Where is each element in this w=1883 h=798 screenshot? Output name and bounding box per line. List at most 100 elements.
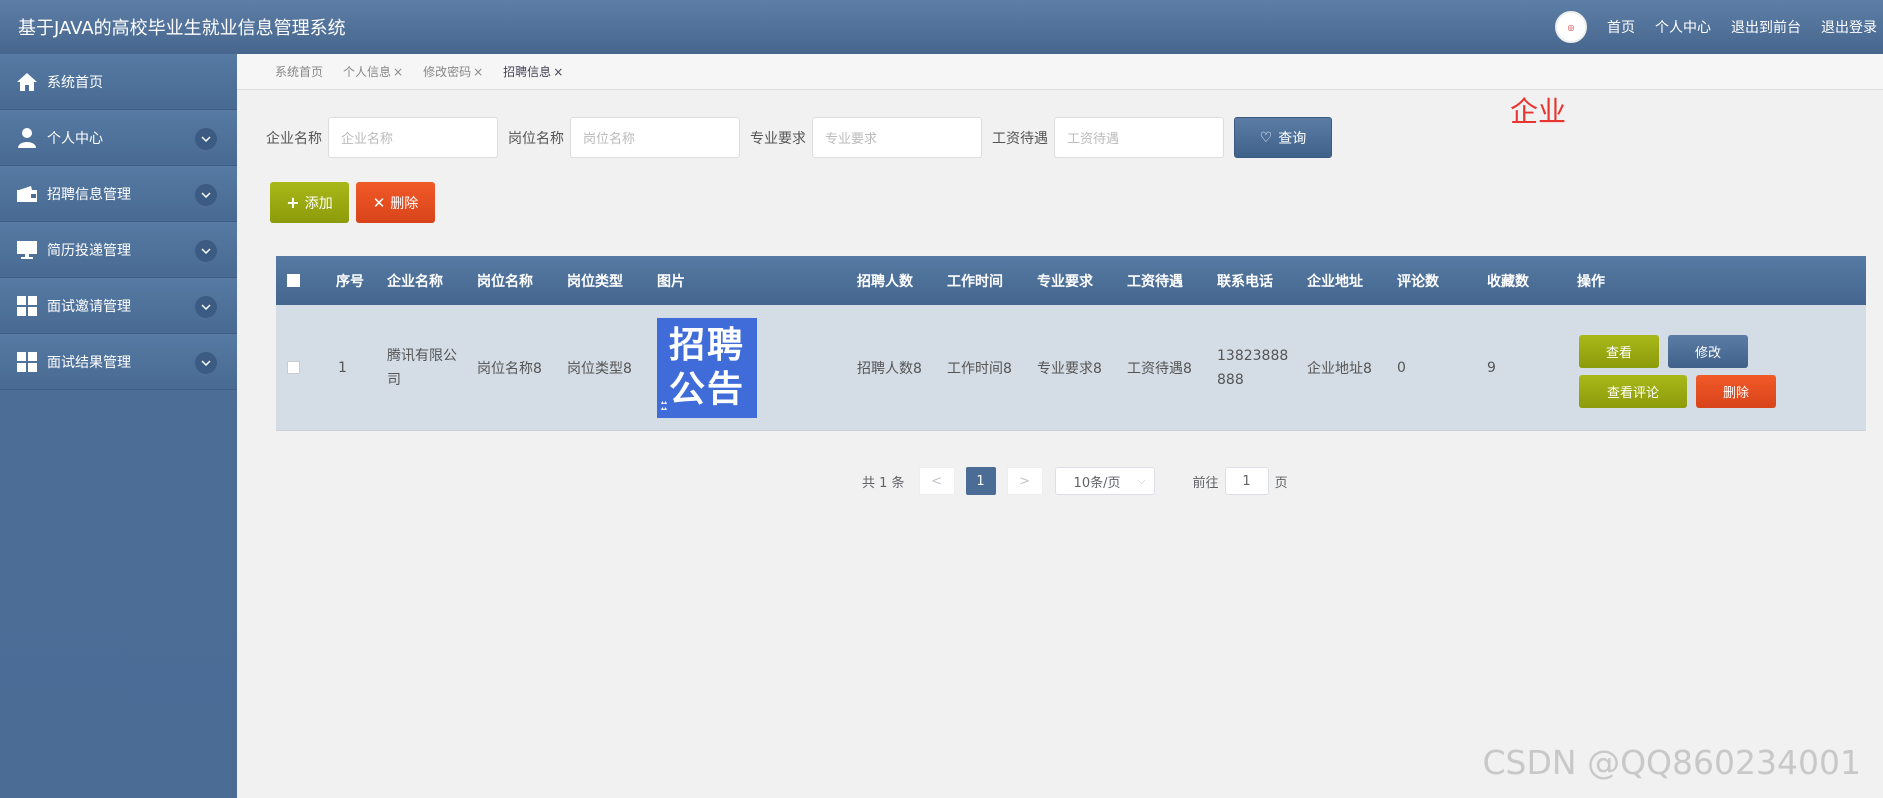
monitor-icon	[16, 239, 38, 261]
sidebar-item-label: 简历投递管理	[47, 242, 131, 259]
prev-page-button[interactable]: <	[918, 467, 955, 495]
sidebar-item-profile[interactable]: 个人中心	[0, 110, 237, 166]
select-all-checkbox[interactable]	[287, 256, 300, 305]
role-annotation: 企业	[1510, 95, 1567, 128]
sidebar-item-label: 系统首页	[47, 74, 103, 91]
col-headcount: 招聘人数	[857, 273, 913, 290]
query-button[interactable]: ♡ 查询	[1234, 117, 1332, 158]
page-number-button[interactable]: 1	[965, 467, 996, 495]
header-right: ◎ 首页 个人中心 退出到前台 退出登录	[1555, 0, 1877, 54]
grid-icon	[16, 351, 38, 373]
delete-button[interactable]: 删除	[1696, 375, 1776, 408]
nav-frontend-link[interactable]: 退出到前台	[1731, 17, 1801, 37]
sidebar-item-home[interactable]: 系统首页	[0, 54, 237, 110]
sidebar-item-interview-result[interactable]: 面试结果管理	[0, 334, 237, 390]
row-major: 专业要求8	[1037, 360, 1102, 377]
view-button[interactable]: 查看	[1579, 335, 1659, 368]
salary-input[interactable]: 工资待遇	[1054, 117, 1224, 158]
total-count: 共 1 条	[862, 475, 905, 491]
chevron-down-icon[interactable]	[195, 296, 217, 318]
row-job-name: 岗位名称8	[477, 360, 542, 377]
nav-home-link[interactable]: 首页	[1607, 17, 1635, 37]
table-header: 序号 企业名称 岗位名称 岗位类型 图片 招聘人数 工作时间 专业要求 工资待遇…	[276, 256, 1866, 305]
row-company: 腾讯有限公 司	[387, 347, 457, 388]
nav-profile-link[interactable]: 个人中心	[1655, 17, 1711, 37]
add-button[interactable]: + 添加	[270, 182, 349, 223]
close-icon[interactable]: ×	[553, 65, 563, 79]
goto-page-input[interactable]: 1	[1224, 467, 1269, 495]
company-name-label: 企业名称	[266, 130, 322, 147]
sidebar-item-label: 招聘信息管理	[47, 186, 131, 203]
sidebar-item-recruitment[interactable]: 招聘信息管理	[0, 166, 237, 222]
goto-label: 前往	[1192, 475, 1219, 491]
col-actions: 操作	[1577, 273, 1605, 290]
top-header: 基于JAVA的高校毕业生就业信息管理系统 ◎ 首页 个人中心 退出到前台 退出登…	[0, 0, 1883, 54]
grid-icon	[16, 295, 38, 317]
breadcrumb-tabs: 系统首页 个人信息 × 修改密码 × 招聘信息 ×	[237, 54, 1883, 90]
close-icon[interactable]: ×	[393, 65, 403, 79]
sidebar-item-resume[interactable]: 简历投递管理	[0, 222, 237, 278]
page-suffix: 页	[1274, 475, 1288, 491]
recruitment-poster-image: 招聘 公告 ▴▴ ▴▴	[657, 317, 757, 418]
page-size-select[interactable]: 10条/页 ⌵	[1054, 467, 1155, 495]
col-favorites: 收藏数	[1487, 273, 1529, 290]
col-major: 专业要求	[1037, 273, 1093, 290]
next-page-button[interactable]: >	[1006, 467, 1043, 495]
col-salary: 工资待遇	[1127, 273, 1183, 290]
company-name-input[interactable]: 企业名称	[328, 117, 498, 158]
col-phone: 联系电话	[1217, 273, 1273, 290]
tab-system-home[interactable]: 系统首页	[275, 63, 323, 80]
major-input[interactable]: 专业要求	[812, 117, 982, 158]
major-label: 专业要求	[750, 130, 806, 147]
chevron-down-icon[interactable]	[195, 128, 217, 150]
salary-label: 工资待遇	[992, 130, 1048, 147]
chevron-down-icon[interactable]	[195, 352, 217, 374]
col-comments: 评论数	[1397, 273, 1439, 290]
tab-recruitment-info[interactable]: 招聘信息 ×	[503, 63, 563, 80]
sidebar-item-interview-invite[interactable]: 面试邀请管理	[0, 278, 237, 334]
table-row: 1 腾讯有限公 司 岗位名称8 岗位类型8 招聘 公告 ▴▴ ▴▴ 招聘人数8 工…	[276, 305, 1866, 431]
row-address: 企业地址8	[1307, 360, 1372, 377]
row-favorites: 9	[1487, 359, 1496, 376]
col-company: 企业名称	[387, 273, 443, 290]
col-work-time: 工作时间	[947, 273, 1003, 290]
chevron-down-icon: ⌵	[1137, 474, 1146, 487]
edit-button[interactable]: 修改	[1668, 335, 1748, 368]
home-icon	[16, 71, 38, 93]
pagination: 共 1 条 < 1 > 10条/页 ⌵ 前往 1 页	[862, 467, 1288, 495]
row-salary: 工资待遇8	[1127, 360, 1192, 377]
row-headcount: 招聘人数8	[857, 360, 922, 377]
job-name-input[interactable]: 岗位名称	[570, 117, 740, 158]
view-comments-button[interactable]: 查看评论	[1579, 375, 1687, 408]
row-image[interactable]: 招聘 公告 ▴▴ ▴▴	[657, 305, 757, 430]
sidebar: 系统首页 个人中心 招聘信息管理 简历投递管理 面试邀请管理 面试结果管理	[0, 54, 237, 798]
close-icon[interactable]: ×	[473, 65, 483, 79]
chevron-down-icon[interactable]	[195, 184, 217, 206]
tab-personal-info[interactable]: 个人信息 ×	[343, 63, 403, 80]
user-icon	[16, 127, 38, 149]
col-job-type: 岗位类型	[567, 273, 623, 290]
close-icon: ✕	[372, 193, 386, 212]
avatar[interactable]: ◎	[1555, 11, 1587, 43]
row-comments: 0	[1397, 359, 1406, 376]
col-address: 企业地址	[1307, 273, 1363, 290]
sidebar-item-label: 面试结果管理	[47, 354, 131, 371]
watermark: CSDN @QQ860234001	[1482, 743, 1862, 782]
wallet-icon	[16, 183, 38, 205]
search-bar: 企业名称 企业名称 岗位名称 岗位名称 专业要求 专业要求 工资待遇 工资待遇 …	[266, 117, 1332, 158]
batch-delete-button[interactable]: ✕ 删除	[356, 182, 435, 223]
chevron-down-icon[interactable]	[195, 240, 217, 262]
app-title: 基于JAVA的高校毕业生就业信息管理系统	[18, 18, 346, 39]
row-work-time: 工作时间8	[947, 360, 1012, 377]
col-job-name: 岗位名称	[477, 273, 533, 290]
tab-change-password[interactable]: 修改密码 ×	[423, 63, 483, 80]
recruitment-table: 序号 企业名称 岗位名称 岗位类型 图片 招聘人数 工作时间 专业要求 工资待遇…	[276, 256, 1866, 431]
heart-icon: ♡	[1259, 129, 1273, 146]
row-checkbox[interactable]	[287, 305, 300, 430]
plus-icon: +	[286, 193, 300, 212]
col-image: 图片	[657, 273, 685, 290]
sidebar-item-label: 面试邀请管理	[47, 298, 131, 315]
nav-logout-link[interactable]: 退出登录	[1821, 17, 1877, 37]
sidebar-item-label: 个人中心	[47, 130, 103, 147]
job-name-label: 岗位名称	[508, 130, 564, 147]
